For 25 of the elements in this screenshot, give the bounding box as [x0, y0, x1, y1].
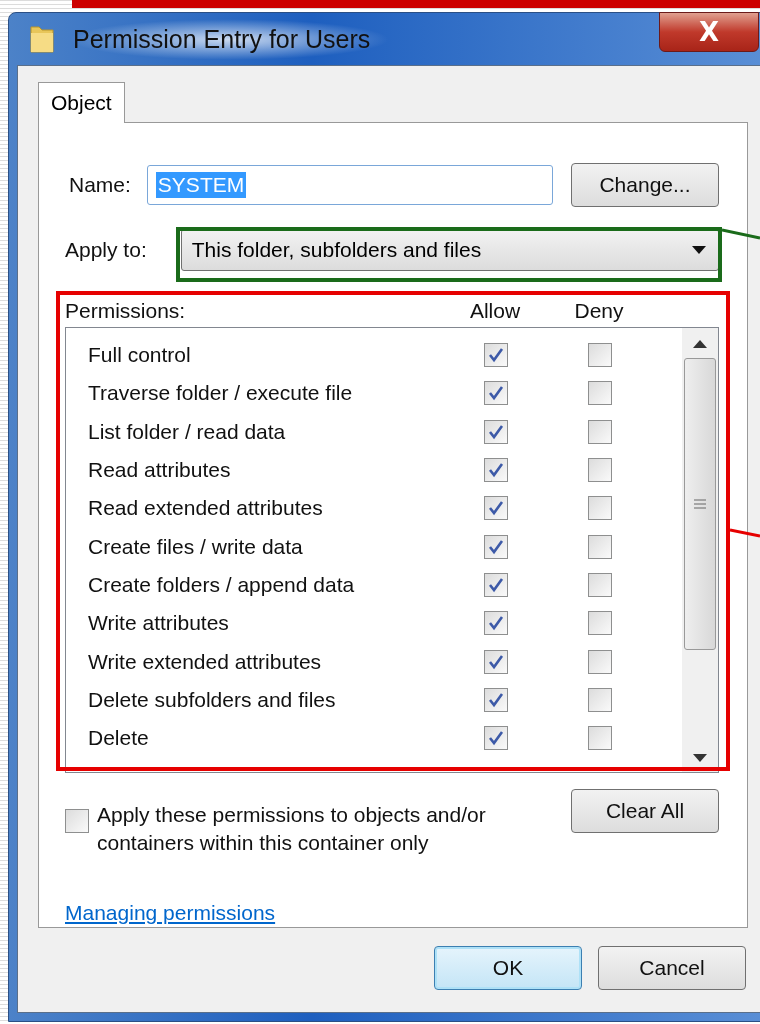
dialog-button[interactable]: OK: [434, 946, 582, 990]
column-header: Deny: [574, 299, 624, 323]
change-button[interactable]: Change...: [571, 163, 719, 207]
permission-name: Create files / write data: [88, 534, 303, 558]
permissions-label: Permissions:: [65, 299, 187, 323]
name-label: Name:: [69, 173, 131, 197]
apply-to-label: Apply to:: [65, 238, 147, 262]
permission-name: Traverse folder / execute file: [88, 381, 353, 405]
apply-only-label: Apply these permissions to objects and/or containers within this container only: [97, 802, 487, 856]
permission-name: Write attributes: [88, 611, 229, 635]
tab[interactable]: Object: [38, 82, 125, 123]
permission-name: Delete subfolders and files: [88, 687, 336, 711]
dialog-button[interactable]: Cancel: [598, 946, 746, 990]
permission-name: Delete: [88, 726, 149, 750]
permission-name: Full control: [88, 343, 191, 367]
permission-name: Read attributes: [88, 458, 231, 482]
close-button[interactable]: X: [659, 12, 759, 52]
apply-to-dropdown[interactable]: This folder, subfolders and files: [180, 229, 719, 271]
permission-name: Read extended attributes: [88, 496, 323, 520]
permission-name: Create folders / append data: [88, 572, 355, 596]
help-link[interactable]: Managing permissions: [65, 901, 276, 924]
clear-all-button[interactable]: Clear All: [571, 789, 719, 833]
permission-name: List folder / read data: [88, 419, 286, 443]
permission-name: Write extended attributes: [88, 649, 322, 673]
column-header: Allow: [469, 299, 521, 323]
